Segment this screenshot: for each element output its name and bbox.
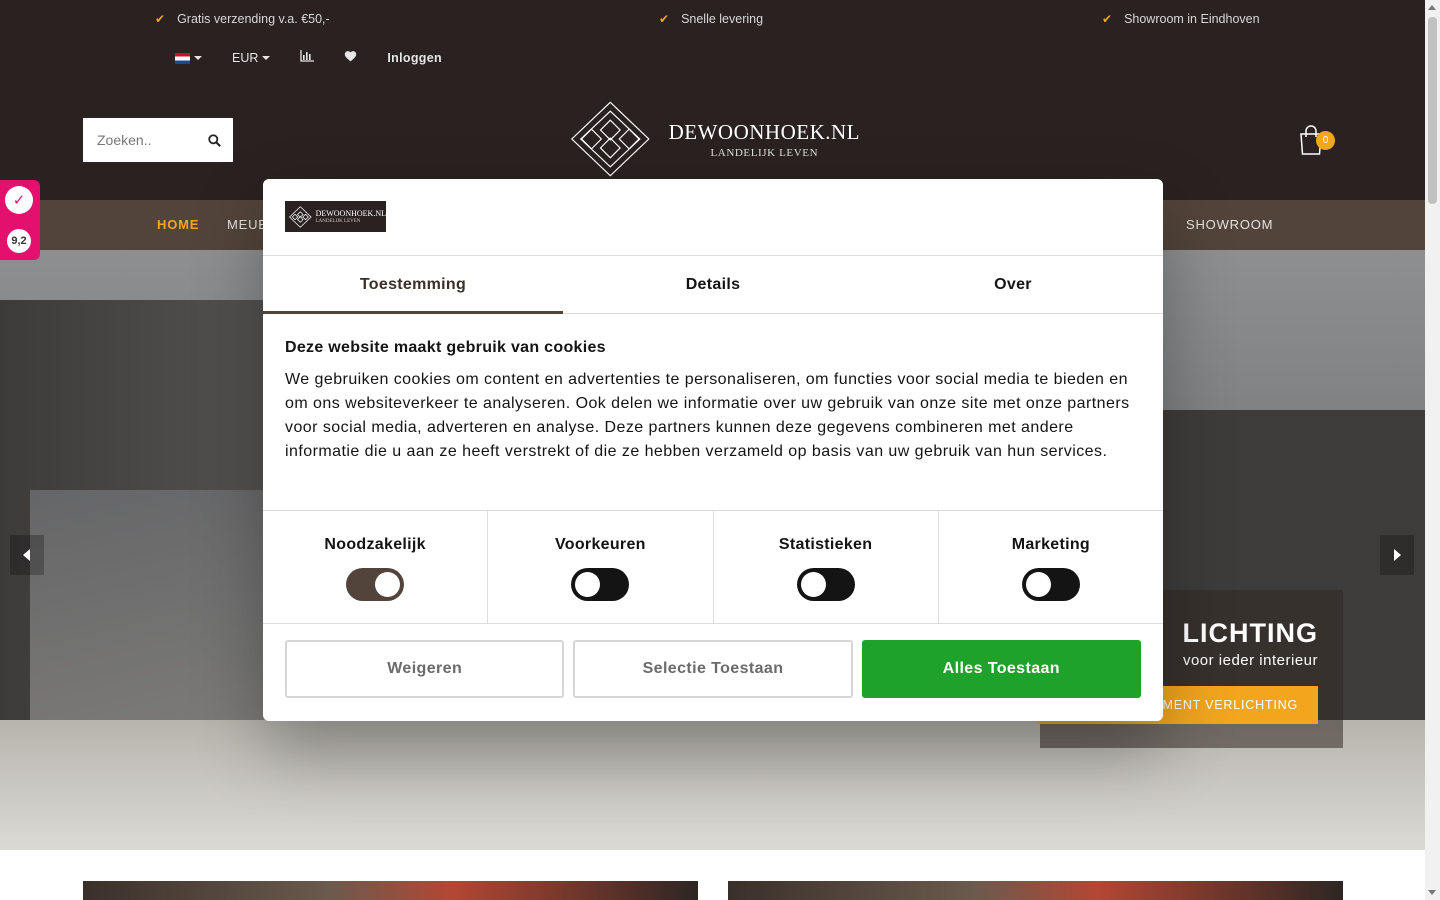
cookie-body-text: We gebruiken cookies om content en adver…: [285, 371, 1130, 460]
cookie-consent-dialog: DEWOONHOEK.NL LANDELIJK LEVEN Toestemming…: [263, 179, 1163, 721]
logo-diamond-icon: [289, 205, 312, 228]
tab-toestemming[interactable]: Toestemming: [263, 256, 563, 314]
category-marketing: Marketing: [939, 511, 1163, 623]
category-voorkeuren: Voorkeuren: [488, 511, 714, 623]
dialog-logo: DEWOONHOEK.NL LANDELIJK LEVEN: [285, 201, 386, 232]
cookie-tabs: Toestemming Details Over: [263, 256, 1163, 314]
page-scrollbar[interactable]: [1425, 0, 1440, 900]
scroll-down-icon[interactable]: [1428, 890, 1436, 895]
toggle-statistieken[interactable]: [796, 568, 855, 601]
toggle-noodzakelijk[interactable]: [346, 568, 405, 601]
cookie-heading: Deze website maakt gebruik van cookies: [285, 339, 606, 356]
cookie-categories: Noodzakelijk Voorkeuren Statistieken Mar…: [263, 511, 1163, 624]
category-statistieken: Statistieken: [714, 511, 939, 623]
scrollbar-thumb[interactable]: [1428, 17, 1437, 204]
tab-over[interactable]: Over: [863, 256, 1163, 313]
allow-selection-button[interactable]: Selectie Toestaan: [573, 640, 853, 698]
allow-all-button[interactable]: Alles Toestaan: [861, 640, 1141, 698]
toggle-marketing[interactable]: [1021, 568, 1080, 601]
decline-button[interactable]: Weigeren: [285, 640, 565, 698]
category-noodzakelijk: Noodzakelijk: [263, 511, 489, 623]
cookie-description: Deze website maakt gebruik van cookies W…: [263, 314, 1163, 511]
scroll-up-icon[interactable]: [1428, 5, 1436, 10]
toggle-voorkeuren[interactable]: [571, 568, 630, 601]
tab-details[interactable]: Details: [563, 256, 863, 313]
cookie-dialog-header: DEWOONHOEK.NL LANDELIJK LEVEN: [263, 179, 1163, 256]
cookie-actions: Weigeren Selectie Toestaan Alles Toestaa…: [263, 624, 1163, 714]
